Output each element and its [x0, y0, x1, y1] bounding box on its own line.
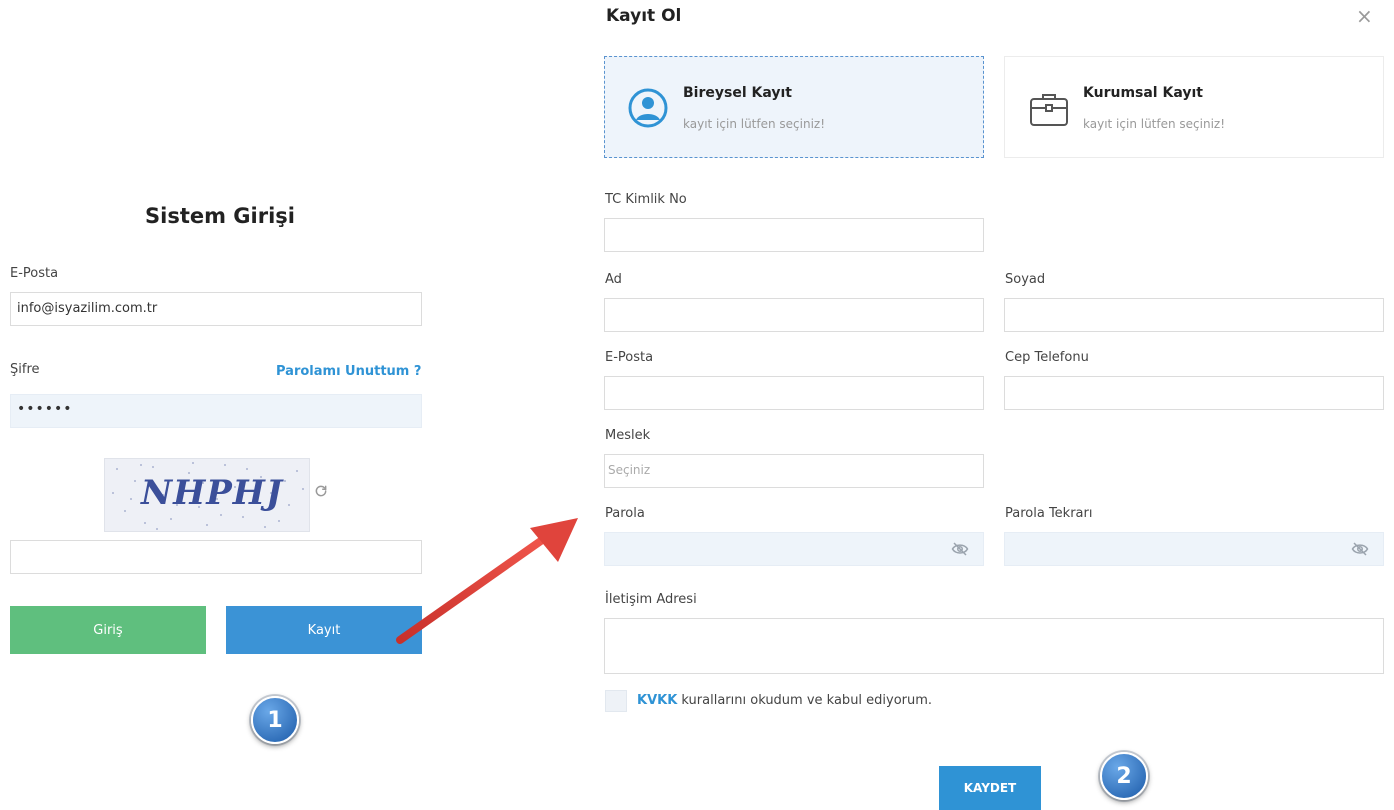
step-badge-one: 1 — [251, 696, 299, 744]
kvkk-consent-text: KVKK kurallarını okudum ve kabul ediyoru… — [637, 693, 932, 708]
job-select[interactable]: Seçiniz — [604, 454, 984, 488]
eye-off-icon[interactable] — [951, 541, 969, 557]
step-badge-two: 2 — [1100, 752, 1148, 800]
login-email-input[interactable]: info@isyazilim.com.tr — [10, 292, 422, 326]
kvkk-checkbox[interactable] — [605, 690, 627, 712]
login-password-label: Şifre — [10, 362, 40, 377]
login-button[interactable]: Giriş — [10, 606, 206, 654]
login-email-value: info@isyazilim.com.tr — [17, 301, 158, 316]
modal-title: Kayıt Ol — [606, 6, 682, 26]
login-email-label: E-Posta — [10, 266, 59, 281]
close-icon[interactable]: × — [1356, 4, 1373, 28]
captcha-input[interactable] — [10, 540, 422, 574]
captcha-image: NHPHJ — [104, 458, 310, 532]
kvkk-link[interactable]: KVKK — [637, 693, 677, 708]
forgot-password-link[interactable]: Parolamı Unuttum ? — [276, 364, 421, 379]
phone-label: Cep Telefonu — [1005, 350, 1089, 365]
save-button[interactable]: KAYDET — [939, 766, 1041, 810]
tc-label: TC Kimlik No — [605, 192, 687, 207]
job-select-placeholder: Seçiniz — [608, 463, 651, 477]
corporate-card-title: Kurumsal Kayıt — [1083, 85, 1203, 101]
eye-off-icon[interactable] — [1351, 541, 1369, 557]
register-password-input[interactable] — [604, 532, 984, 566]
individual-card-title: Bireysel Kayıt — [683, 85, 792, 101]
first-name-label: Ad — [605, 272, 622, 287]
password-repeat-label: Parola Tekrarı — [1005, 506, 1093, 521]
annotation-arrow — [396, 518, 578, 644]
refresh-icon[interactable] — [314, 484, 328, 502]
last-name-input[interactable] — [1004, 298, 1384, 332]
register-email-input[interactable] — [604, 376, 984, 410]
phone-input[interactable] — [1004, 376, 1384, 410]
briefcase-icon — [1030, 94, 1068, 126]
corporate-registration-card[interactable]: Kurumsal Kayıt kayıt için lütfen seçiniz… — [1004, 56, 1384, 158]
address-textarea[interactable] — [604, 618, 1384, 674]
corporate-card-subtitle: kayıt için lütfen seçiniz! — [1083, 117, 1226, 131]
captcha-text: NHPHJ — [141, 473, 283, 513]
user-circle-icon — [628, 88, 668, 128]
register-email-label: E-Posta — [605, 350, 654, 365]
tc-input[interactable] — [604, 218, 984, 252]
password-repeat-input[interactable] — [1004, 532, 1384, 566]
login-password-value: •••••• — [17, 401, 73, 417]
individual-card-subtitle: kayıt için lütfen seçiniz! — [683, 117, 826, 131]
register-password-label: Parola — [605, 506, 645, 521]
first-name-input[interactable] — [604, 298, 984, 332]
job-label: Meslek — [605, 428, 651, 443]
address-label: İletişim Adresi — [605, 592, 697, 607]
login-title: Sistem Girişi — [145, 204, 295, 228]
login-password-input[interactable]: •••••• — [10, 394, 422, 428]
last-name-label: Soyad — [1005, 272, 1046, 287]
kvkk-text: kurallarını okudum ve kabul ediyorum. — [677, 693, 933, 708]
individual-registration-card[interactable]: Bireysel Kayıt kayıt için lütfen seçiniz… — [604, 56, 984, 158]
